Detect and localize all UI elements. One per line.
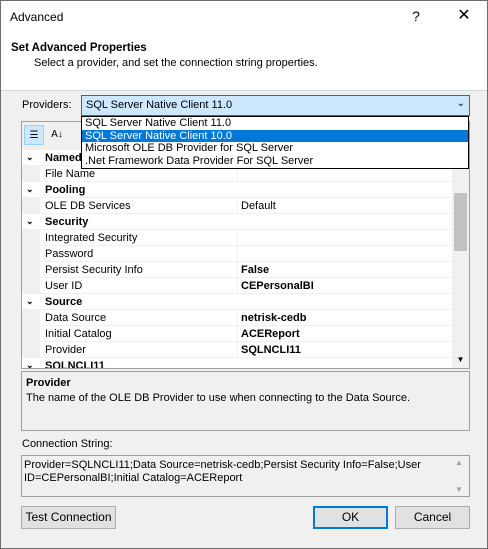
scroll-up-icon: ▲	[455, 458, 463, 467]
header-title: Set Advanced Properties	[11, 42, 147, 54]
property-name: User ID	[45, 280, 83, 292]
scroll-down-icon[interactable]: ▼	[452, 351, 469, 368]
row-gutter	[22, 230, 40, 246]
row-gutter	[22, 310, 40, 326]
property-row[interactable]: Persist Security Info False	[22, 262, 453, 278]
column-divider	[237, 310, 238, 326]
property-row[interactable]: OLE DB Services Default	[22, 198, 453, 214]
collapse-arrow-icon[interactable]: ⌄	[26, 296, 36, 307]
property-name: Initial Catalog	[45, 328, 112, 340]
close-button[interactable]: ✕	[455, 7, 473, 25]
column-divider	[237, 278, 238, 294]
collapse-arrow-icon[interactable]: ⌄	[26, 360, 36, 368]
category-label: SQLNCLI11	[45, 360, 105, 368]
provider-option[interactable]: SQL Server Native Client 10.0	[82, 129, 468, 142]
window-title: Advanced	[10, 10, 64, 24]
providers-dropdown-list: SQL Server Native Client 11.0 SQL Server…	[81, 116, 469, 169]
collapse-arrow-icon[interactable]: ⌄	[26, 216, 36, 227]
test-connection-button[interactable]: Test Connection	[21, 506, 116, 529]
property-name: Persist Security Info	[45, 264, 143, 276]
row-gutter	[22, 166, 40, 182]
cancel-button[interactable]: Cancel	[395, 506, 470, 529]
property-category[interactable]: ⌄ Source	[22, 294, 453, 310]
property-value[interactable]: False	[241, 264, 269, 276]
column-divider	[237, 230, 238, 246]
property-value[interactable]: netrisk-cedb	[241, 312, 306, 324]
providers-select[interactable]: SQL Server Native Client 11.0 ⌄	[81, 95, 470, 116]
property-value[interactable]: CEPersonalBI	[241, 280, 314, 292]
collapse-arrow-icon[interactable]: ⌄	[26, 152, 36, 163]
column-divider	[237, 262, 238, 278]
provider-option[interactable]: SQL Server Native Client 11.0	[82, 117, 468, 130]
property-name: Integrated Security	[45, 232, 138, 244]
property-category[interactable]: ⌄ Security	[22, 214, 453, 230]
property-value[interactable]: SQLNCLI11	[241, 344, 301, 356]
category-label: Pooling	[45, 184, 86, 196]
title-bar: Advanced ? ✕	[1, 1, 487, 32]
property-name: Password	[45, 248, 94, 260]
row-gutter	[22, 246, 40, 262]
description-text: The name of the OLE DB Provider to use w…	[26, 392, 410, 404]
chevron-down-icon: ⌄	[456, 98, 465, 109]
property-value[interactable]: ACEReport	[241, 328, 300, 340]
connection-string-scrollbar[interactable]: ▲ ▼	[452, 456, 469, 496]
category-label: Security	[45, 216, 89, 228]
property-category[interactable]: ⌄ Pooling	[22, 182, 453, 198]
connection-string-box[interactable]: Provider=SQLNCLI11;Data Source=netrisk-c…	[21, 455, 470, 497]
property-row[interactable]: Initial Catalog ACEReport	[22, 326, 453, 342]
alphabetical-sort-icon[interactable]: A↓	[47, 125, 67, 145]
header-subtitle: Select a provider, and set the connectio…	[34, 57, 318, 69]
help-button[interactable]: ?	[407, 7, 425, 25]
provider-option[interactable]: .Net Framework Data Provider For SQL Ser…	[82, 155, 468, 168]
property-name: Provider	[45, 344, 86, 356]
collapse-arrow-icon[interactable]: ⌄	[26, 184, 36, 195]
property-name: Data Source	[45, 312, 107, 324]
description-title: Provider	[26, 377, 71, 389]
property-row[interactable]: Integrated Security	[22, 230, 453, 246]
property-name: File Name	[45, 168, 96, 180]
property-row[interactable]: Provider SQLNCLI11	[22, 342, 453, 358]
property-grid-scrollbar[interactable]: ▲ ▼	[452, 150, 469, 368]
description-panel: Provider The name of the OLE DB Provider…	[21, 371, 470, 431]
column-divider	[237, 342, 238, 358]
property-category[interactable]: ⌄ SQLNCLI11	[22, 358, 453, 368]
category-label: Named	[45, 152, 82, 164]
scroll-down-icon: ▼	[455, 485, 463, 494]
row-gutter	[22, 278, 40, 294]
column-divider	[237, 198, 238, 214]
providers-selected-value: SQL Server Native Client 11.0	[86, 99, 233, 111]
row-gutter	[22, 342, 40, 358]
providers-label: Providers:	[22, 99, 72, 111]
property-row[interactable]: Password	[22, 246, 453, 262]
property-rows: ⌄ Named File Name ⌄ Pooling OLE DB Services De…	[22, 150, 453, 368]
row-gutter	[22, 326, 40, 342]
category-label: Source	[45, 296, 83, 308]
property-row[interactable]: User ID CEPersonalBI	[22, 278, 453, 294]
property-value[interactable]: Default	[241, 200, 276, 212]
row-gutter	[22, 198, 40, 214]
connection-string-label: Connection String:	[22, 438, 113, 450]
row-gutter	[22, 262, 40, 278]
scroll-thumb[interactable]	[454, 193, 467, 251]
header-panel: Set Advanced Properties Select a provide…	[1, 32, 487, 91]
property-name: OLE DB Services	[45, 200, 131, 212]
column-divider	[237, 326, 238, 342]
property-row[interactable]: Data Source netrisk-cedb	[22, 310, 453, 326]
connection-string-text: Provider=SQLNCLI11;Data Source=netrisk-c…	[24, 459, 421, 484]
categorized-view-icon[interactable]: ☰	[24, 125, 44, 145]
ok-button[interactable]: OK	[313, 506, 388, 529]
column-divider	[237, 246, 238, 262]
advanced-dialog: Advanced ? ✕ Set Advanced Properties Sel…	[0, 0, 488, 549]
provider-option[interactable]: Microsoft OLE DB Provider for SQL Server	[82, 142, 468, 155]
